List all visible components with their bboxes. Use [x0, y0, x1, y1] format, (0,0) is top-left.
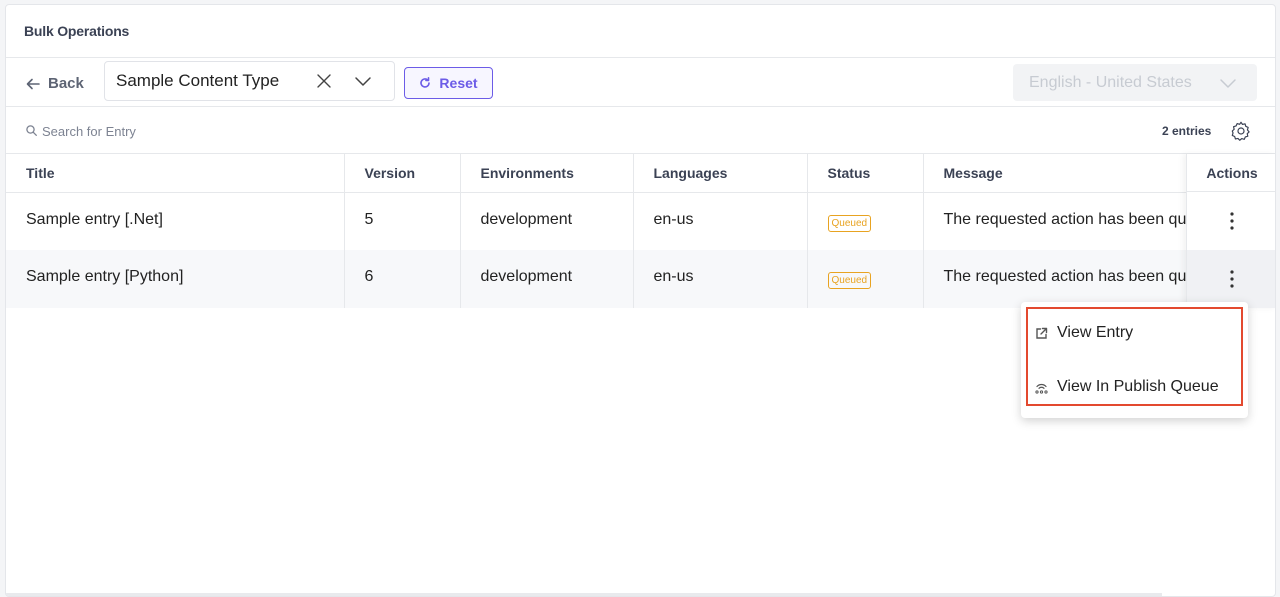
- table-header-row: Title Version Environments Languages Sta…: [6, 154, 1186, 193]
- kebab-menu-icon[interactable]: [1230, 212, 1234, 230]
- search-icon: [26, 125, 37, 136]
- menu-item-view-entry[interactable]: View Entry: [1035, 324, 1133, 342]
- horizontal-scrollbar[interactable]: [6, 593, 1162, 596]
- menu-item-view-in-publish-queue[interactable]: View In Publish Queue: [1035, 378, 1219, 396]
- refresh-icon: [420, 77, 431, 88]
- cell-status: Queued: [807, 192, 924, 250]
- row-actions: [1187, 192, 1275, 250]
- status-badge: Queued: [827, 214, 872, 232]
- menu-item-label: View Entry: [1057, 324, 1134, 341]
- table-row[interactable]: Sample entry [Python] 6 development en-u…: [6, 250, 1186, 308]
- gear-icon[interactable]: [1230, 120, 1252, 142]
- language-select[interactable]: English - United States: [1013, 64, 1257, 101]
- close-icon[interactable]: [316, 73, 332, 89]
- entries-table: Title Version Environments Languages Sta…: [6, 154, 1186, 308]
- entries-count: 2 entries: [1162, 124, 1212, 138]
- cell-title[interactable]: Sample entry [.Net]: [6, 192, 345, 250]
- bulk-operations-panel: Bulk Operations Back Sample Content Type…: [5, 4, 1276, 597]
- cell-version: 5: [344, 192, 461, 250]
- cell-message: The requested action has been queued: [923, 250, 1186, 308]
- actions-column: Actions: [1186, 154, 1275, 308]
- reset-button[interactable]: Reset: [404, 67, 493, 99]
- cell-language: en-us: [633, 250, 808, 308]
- content-type-select[interactable]: Sample Content Type: [104, 61, 395, 101]
- reset-label: Reset: [439, 75, 478, 91]
- kebab-menu-icon[interactable]: [1230, 270, 1234, 288]
- cell-environment: development: [460, 250, 634, 308]
- search-input[interactable]: [42, 119, 342, 143]
- column-header-message[interactable]: Message: [923, 154, 1186, 193]
- chevron-down-icon[interactable]: [354, 72, 372, 90]
- page-header: Bulk Operations: [6, 5, 1275, 58]
- back-button[interactable]: Back: [26, 75, 84, 92]
- external-link-icon: [1036, 327, 1048, 339]
- arrow-left-icon: [26, 78, 40, 89]
- language-value: English - United States: [1029, 73, 1192, 91]
- content-type-value: Sample Content Type: [116, 71, 280, 90]
- cell-status: Queued: [807, 250, 924, 308]
- cell-environment: development: [460, 192, 634, 250]
- page-title: Bulk Operations: [24, 23, 130, 39]
- column-header-status[interactable]: Status: [807, 154, 924, 193]
- cell-language: en-us: [633, 192, 808, 250]
- publish-queue-icon: [1035, 383, 1048, 394]
- row-actions-menu: View Entry View In Publish Queue: [1021, 302, 1248, 418]
- cell-message: The requested action has been queued: [943, 210, 1187, 228]
- toolbar: Back Sample Content Type Reset English -…: [6, 58, 1275, 107]
- row-actions: [1187, 250, 1275, 308]
- search-bar: 2 entries: [6, 107, 1275, 154]
- menu-item-label: View In Publish Queue: [1057, 378, 1219, 395]
- status-badge: Queued: [827, 272, 872, 289]
- table-row[interactable]: Sample entry [.Net] 5 development en-us …: [6, 192, 1186, 250]
- column-header-environments[interactable]: Environments: [460, 154, 634, 193]
- cell-version: 6: [344, 250, 461, 308]
- cell-title[interactable]: Sample entry [Python]: [6, 250, 345, 308]
- column-header-actions: Actions: [1187, 154, 1275, 192]
- column-header-version[interactable]: Version: [344, 154, 461, 193]
- column-header-title[interactable]: Title: [6, 154, 345, 193]
- column-header-languages[interactable]: Languages: [633, 154, 808, 193]
- chevron-down-icon: [1220, 79, 1236, 88]
- back-label: Back: [48, 75, 84, 92]
